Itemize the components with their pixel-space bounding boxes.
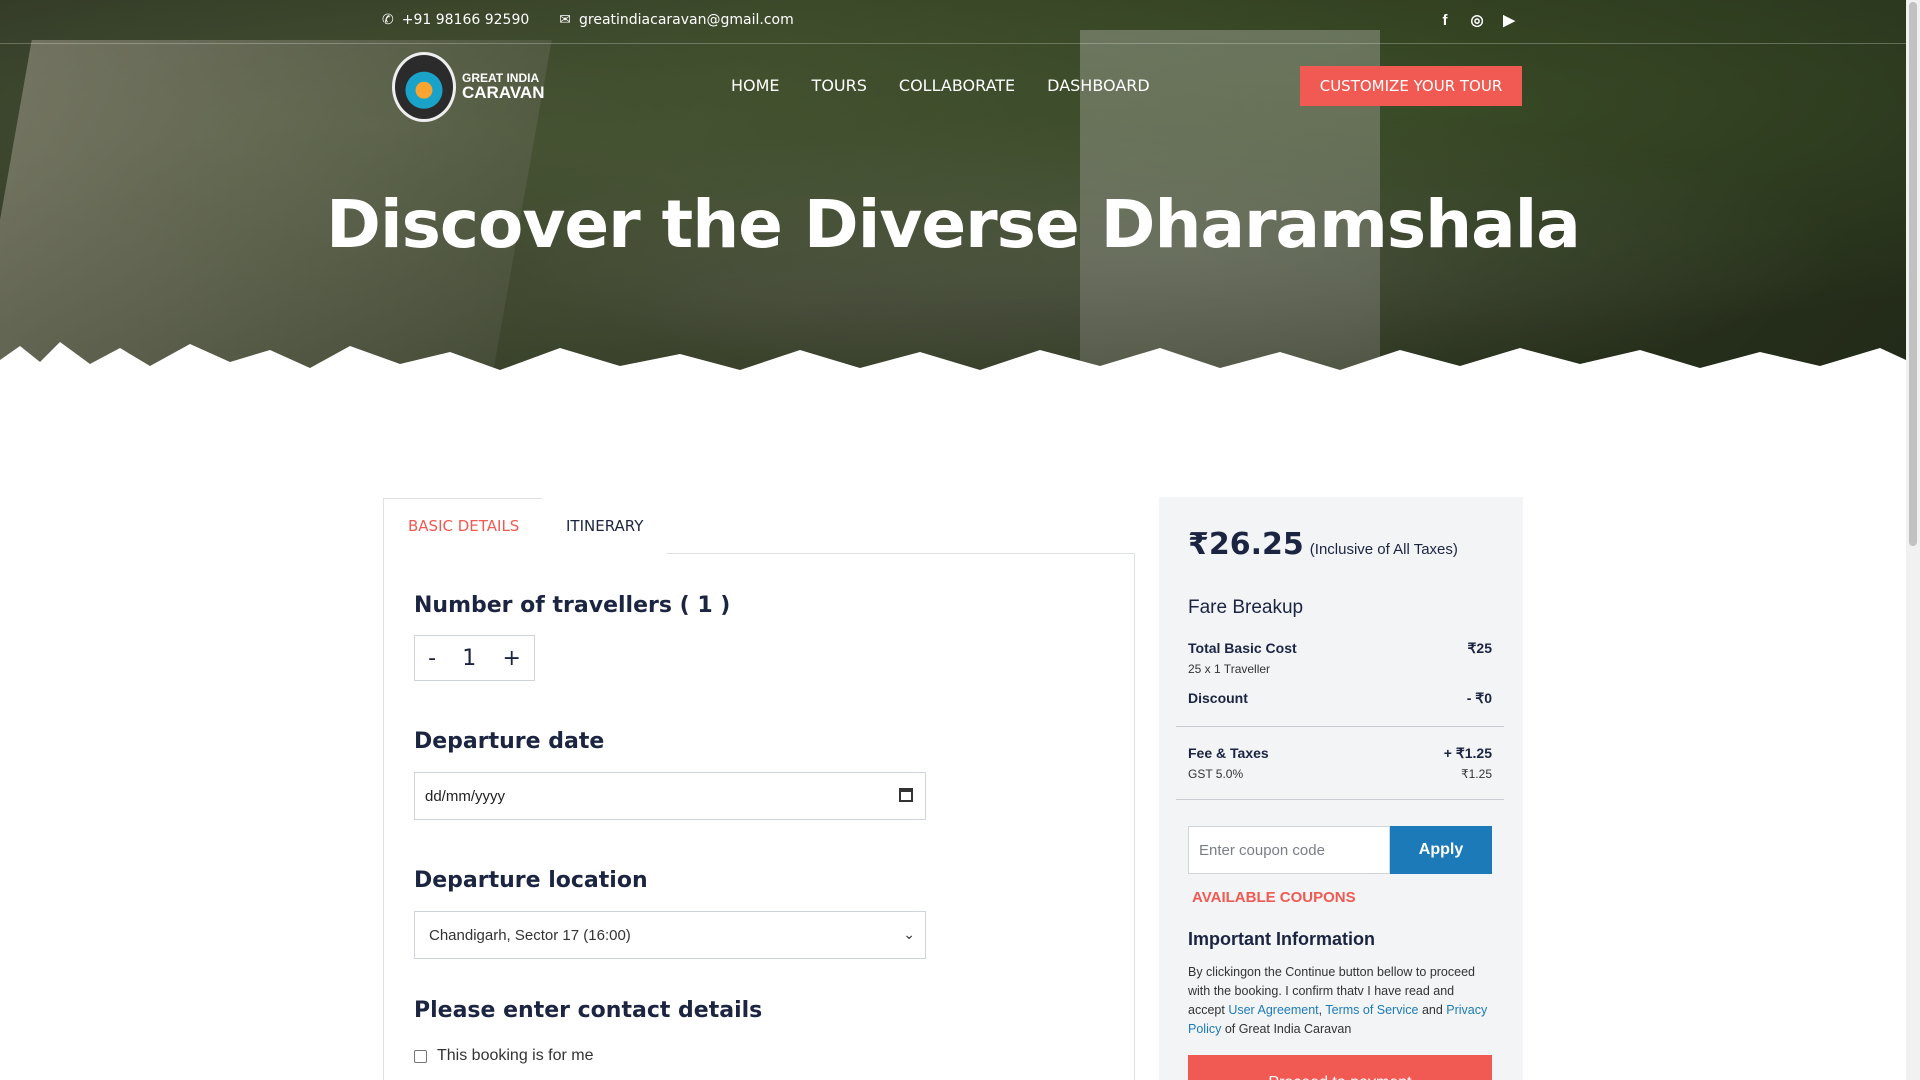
chevron-down-icon: ⌄ bbox=[903, 926, 915, 942]
departure-location-heading: Departure location bbox=[414, 868, 648, 893]
gst-value: ₹1.25 bbox=[1461, 767, 1492, 781]
fee-taxes-value: + ₹1.25 bbox=[1443, 745, 1492, 761]
basic-cost-row: Total Basic Cost ₹25 bbox=[1188, 640, 1492, 657]
important-info-text: By clickingon the Continue button bellow… bbox=[1188, 963, 1492, 1039]
fare-summary-sidebar: ₹26.25 (Inclusive of All Taxes) Fare Bre… bbox=[1159, 497, 1523, 1080]
calendar-icon[interactable] bbox=[899, 788, 913, 802]
tab-basic-details[interactable]: BASIC DETAILS bbox=[383, 498, 545, 554]
fare-breakup-title: Fare Breakup bbox=[1188, 597, 1304, 618]
self-booking-option[interactable]: This booking is for me bbox=[414, 1047, 594, 1065]
brush-edge-divider bbox=[0, 342, 1906, 420]
coupon-form: Enter coupon code Apply bbox=[1188, 826, 1492, 874]
departure-location-select[interactable]: Chandigarh, Sector 17 (16:00) ⌄ bbox=[414, 911, 926, 959]
proceed-to-payment-button[interactable]: Proceed to payment bbox=[1188, 1055, 1492, 1080]
decrement-button[interactable]: - bbox=[428, 646, 436, 671]
departure-date-heading: Departure date bbox=[414, 729, 605, 754]
page-scrollbar[interactable] bbox=[1906, 0, 1920, 1080]
basic-cost-detail: 25 x 1 Traveller bbox=[1188, 662, 1271, 676]
email-address: greatindiacaravan@gmail.com bbox=[579, 12, 794, 28]
phone-number: +91 98166 92590 bbox=[401, 12, 530, 28]
page-title: Discover the Diverse Dharamshala bbox=[326, 186, 1581, 263]
basic-cost-value: ₹25 bbox=[1467, 640, 1492, 656]
travellers-heading: Number of travellers ( 1 ) bbox=[414, 593, 731, 618]
available-coupons-link[interactable]: AVAILABLE COUPONS bbox=[1192, 889, 1356, 906]
main-navigation: GREAT INDIA CARAVAN HOME TOURS COLLABORA… bbox=[0, 44, 1906, 128]
price-note: (Inclusive of All Taxes) bbox=[1309, 541, 1458, 558]
scrollbar-thumb[interactable] bbox=[1909, 2, 1917, 546]
instagram-icon[interactable]: ◎ bbox=[1468, 11, 1486, 29]
facebook-icon[interactable]: f bbox=[1436, 11, 1454, 29]
site-logo[interactable]: GREAT INDIA CARAVAN bbox=[392, 50, 547, 124]
discount-value: - ₹0 bbox=[1466, 690, 1492, 706]
discount-row: Discount - ₹0 bbox=[1188, 690, 1492, 707]
logo-emblem bbox=[392, 52, 456, 122]
nav-dashboard[interactable]: DASHBOARD bbox=[1047, 76, 1150, 95]
contact-details-heading: Please enter contact details bbox=[414, 998, 763, 1023]
important-text-post: of Great India Caravan bbox=[1221, 1022, 1352, 1036]
top-contact-bar: ✆ +91 98166 92590 ✉ greatindiacaravan@gm… bbox=[0, 0, 1906, 44]
nav-collaborate[interactable]: COLLABORATE bbox=[899, 76, 1015, 95]
gst-label: GST 5.0% bbox=[1188, 767, 1244, 781]
self-booking-checkbox[interactable] bbox=[414, 1049, 427, 1063]
gst-row: GST 5.0% ₹1.25 bbox=[1188, 767, 1492, 781]
basic-cost-label: Total Basic Cost bbox=[1188, 640, 1297, 656]
fee-taxes-row: Fee & Taxes + ₹1.25 bbox=[1188, 745, 1492, 762]
user-agreement-link[interactable]: User Agreement bbox=[1228, 1003, 1318, 1017]
departure-date-input[interactable]: dd/mm/yyyy bbox=[414, 772, 926, 820]
basic-details-panel: Number of travellers ( 1 ) - 1 + Departu… bbox=[383, 553, 1135, 1080]
total-price: ₹26.25 (Inclusive of All Taxes) bbox=[1188, 527, 1458, 562]
youtube-icon[interactable]: ▶ bbox=[1500, 11, 1518, 29]
fare-divider bbox=[1176, 726, 1504, 727]
location-selected-value: Chandigarh, Sector 17 (16:00) bbox=[429, 926, 631, 944]
nav-home[interactable]: HOME bbox=[731, 76, 780, 95]
discount-label: Discount bbox=[1188, 690, 1248, 706]
phone-icon: ✆ bbox=[382, 12, 394, 28]
phone-contact[interactable]: ✆ +91 98166 92590 bbox=[382, 12, 529, 28]
nav-tours[interactable]: TOURS bbox=[812, 76, 867, 95]
self-booking-label: This booking is for me bbox=[437, 1047, 594, 1064]
travellers-stepper: - 1 + bbox=[414, 635, 535, 681]
price-amount: ₹26.25 bbox=[1188, 527, 1304, 562]
email-icon: ✉ bbox=[559, 12, 571, 28]
travellers-count[interactable]: 1 bbox=[462, 646, 476, 671]
coupon-input[interactable]: Enter coupon code bbox=[1188, 826, 1390, 874]
separator-2: and bbox=[1418, 1003, 1447, 1017]
logo-line2: CARAVAN bbox=[462, 83, 545, 103]
apply-coupon-button[interactable]: Apply bbox=[1390, 826, 1492, 874]
important-info-title: Important Information bbox=[1188, 929, 1375, 949]
booking-tabs: BASIC DETAILS ITINERARY bbox=[383, 498, 1135, 554]
basic-cost-sub: 25 x 1 Traveller bbox=[1188, 662, 1492, 676]
tab-itinerary[interactable]: ITINERARY bbox=[542, 498, 668, 554]
email-contact[interactable]: ✉ greatindiacaravan@gmail.com bbox=[559, 12, 793, 28]
increment-button[interactable]: + bbox=[502, 646, 520, 671]
date-placeholder: dd/mm/yyyy bbox=[425, 787, 506, 805]
fee-taxes-label: Fee & Taxes bbox=[1188, 745, 1269, 761]
fare-divider bbox=[1176, 799, 1504, 800]
terms-link[interactable]: Terms of Service bbox=[1325, 1003, 1418, 1017]
customize-tour-button[interactable]: CUSTOMIZE YOUR TOUR bbox=[1300, 66, 1522, 106]
